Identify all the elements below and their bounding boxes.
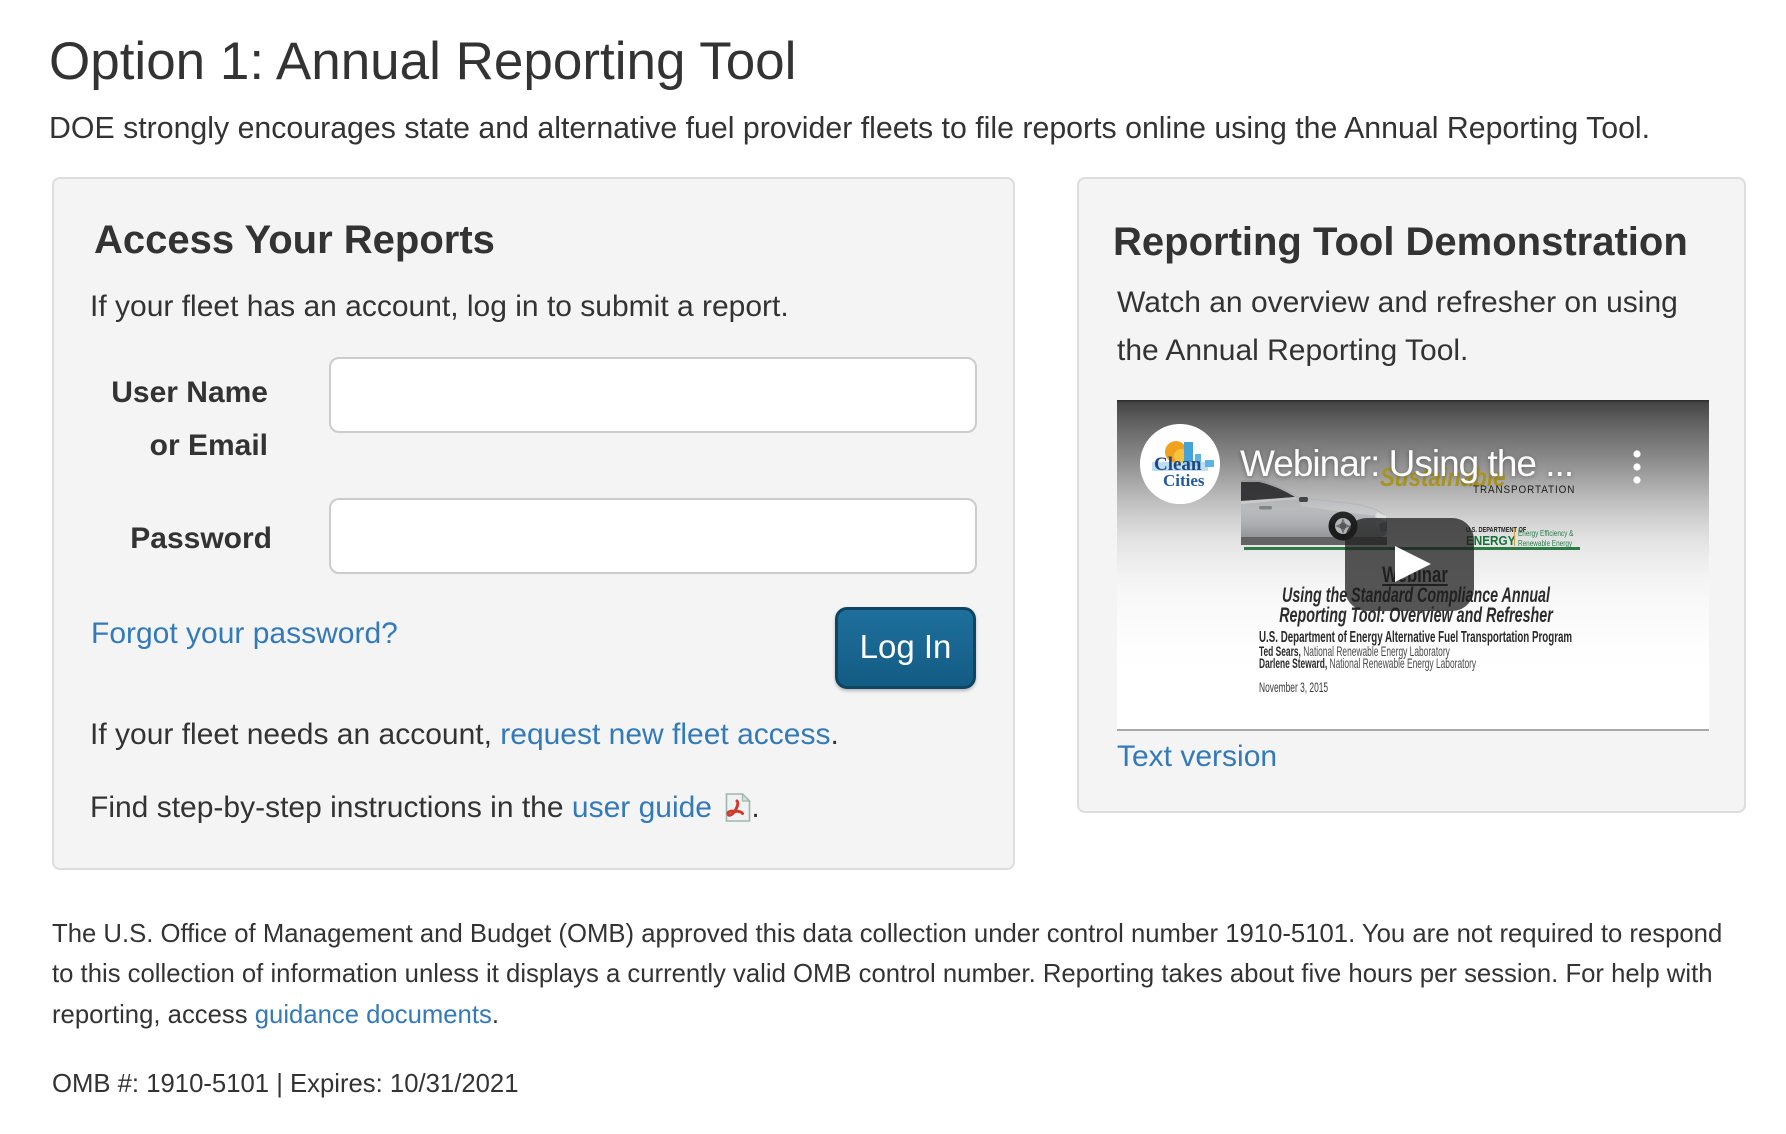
svg-text:Cities: Cities [1163, 471, 1205, 490]
